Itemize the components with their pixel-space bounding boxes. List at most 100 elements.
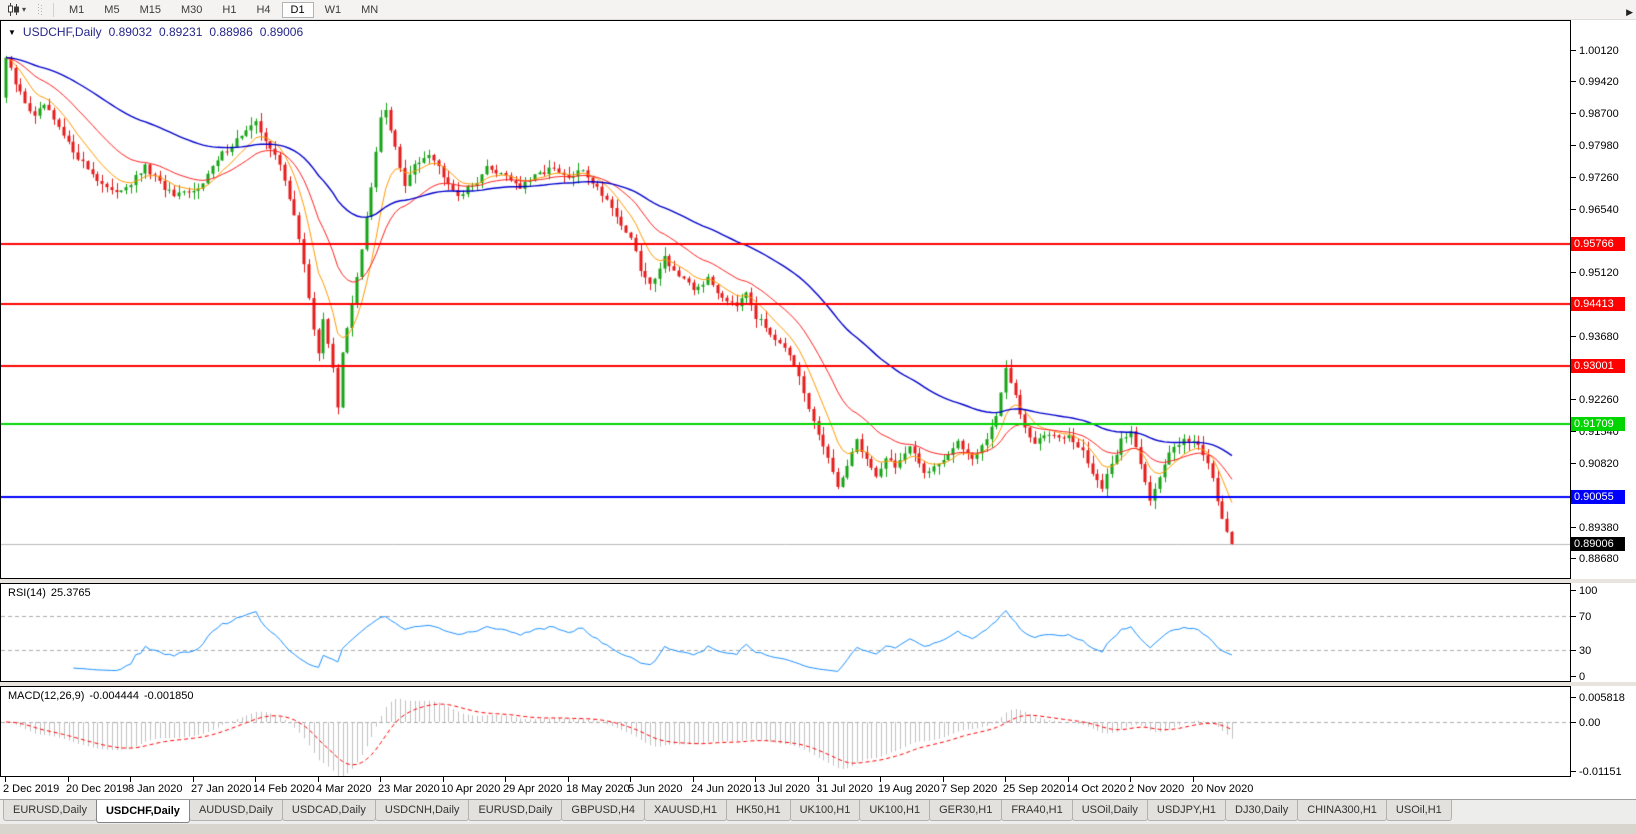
time-axis-label: 19 Aug 2020 <box>878 783 940 795</box>
top-toolbar: ▾ M1M5M15M30H1H4D1W1MN <box>0 0 1636 20</box>
price-axis-label: 0.98700 <box>1579 108 1619 120</box>
candlestick-style-icon <box>7 3 20 16</box>
time-axis-label: 13 Jul 2020 <box>753 783 810 795</box>
timeframe-button-group: M1M5M15M30H1H4D1W1MN <box>59 2 388 18</box>
rsi-axis[interactable]: 10070300 <box>1571 583 1636 682</box>
chart-tab-eurusd-daily[interactable]: EURUSD,Daily <box>3 800 97 821</box>
time-axis[interactable]: 2 Dec 201920 Dec 20198 Jan 202027 Jan 20… <box>0 777 1571 799</box>
chart-tab-usdchf-daily[interactable]: USDCHF,Daily <box>96 800 190 823</box>
chart-tab-eurusd-daily[interactable]: EURUSD,Daily <box>468 800 562 821</box>
rsi-label: RSI(14) 25.3765 <box>8 587 91 599</box>
macd-axis-label: -0.01151 <box>1579 766 1622 778</box>
rsi-axis-label: 70 <box>1579 611 1591 623</box>
timeframe-button-m30[interactable]: M30 <box>172 2 211 18</box>
time-axis-tick <box>443 777 444 782</box>
timeframe-button-d1[interactable]: D1 <box>282 2 314 18</box>
key-level-price-badge: 0.90055 <box>1571 490 1625 504</box>
time-axis-label: 14 Oct 2020 <box>1066 783 1126 795</box>
key-level-price-badge: 0.91709 <box>1571 417 1625 431</box>
time-axis-tick <box>5 777 6 782</box>
time-axis-tick <box>943 777 944 782</box>
chart-tab-uk100-h1[interactable]: UK100,H1 <box>790 800 861 821</box>
ohlc-close: 0.89006 <box>260 25 303 39</box>
chart-tab-usdcnh-daily[interactable]: USDCNH,Daily <box>375 800 470 821</box>
chart-tab-uk100-h1[interactable]: UK100,H1 <box>859 800 930 821</box>
time-axis-label: 14 Feb 2020 <box>253 783 315 795</box>
time-axis-tick <box>1005 777 1006 782</box>
time-axis-label: 29 Apr 2020 <box>503 783 562 795</box>
macd-name: MACD(12,26,9) <box>8 690 84 702</box>
chart-tab-xauusd-h1[interactable]: XAUUSD,H1 <box>644 800 727 821</box>
time-axis-tick <box>255 777 256 782</box>
price-axis-label: 0.88680 <box>1579 553 1619 565</box>
time-axis-label: 31 Jul 2020 <box>816 783 873 795</box>
rsi-canvas[interactable] <box>1 584 1570 681</box>
timeframe-button-w1[interactable]: W1 <box>316 2 351 18</box>
price-axis-label: 0.97260 <box>1579 172 1619 184</box>
tab-scroll-right-icon[interactable]: ▶ <box>1626 7 1633 17</box>
toolbar-drag-handle[interactable] <box>38 4 42 16</box>
toolbar-separator <box>53 3 54 17</box>
chart-tab-ger30-h1[interactable]: GER30,H1 <box>929 800 1002 821</box>
timeframe-button-mn[interactable]: MN <box>352 2 387 18</box>
collapse-chart-icon[interactable]: ▼ <box>8 28 16 37</box>
time-axis-tick <box>318 777 319 782</box>
chevron-down-icon: ▾ <box>22 6 26 14</box>
chart-tab-audusd-daily[interactable]: AUDUSD,Daily <box>189 800 283 821</box>
rsi-axis-label: 30 <box>1579 645 1591 657</box>
price-axis-label: 1.00120 <box>1579 45 1619 57</box>
chart-tab-usoil-daily[interactable]: USOil,Daily <box>1072 800 1148 821</box>
time-axis-label: 20 Nov 2020 <box>1191 783 1253 795</box>
time-axis-label: 10 Apr 2020 <box>441 783 500 795</box>
timeframe-button-m1[interactable]: M1 <box>60 2 93 18</box>
chart-tab-usoil-h1[interactable]: USOil,H1 <box>1386 800 1452 821</box>
ohlc-high: 0.89231 <box>159 25 202 39</box>
time-axis-label: 5 Jun 2020 <box>628 783 682 795</box>
price-axis-label: 0.90820 <box>1579 458 1619 470</box>
ohlc-open: 0.89032 <box>109 25 152 39</box>
time-axis-label: 23 Mar 2020 <box>378 783 440 795</box>
price-axis[interactable]: 1.001200.994200.987000.979800.972600.965… <box>1571 20 1636 579</box>
macd-canvas[interactable] <box>1 687 1570 776</box>
price-axis-label: 0.97980 <box>1579 140 1619 152</box>
time-axis-tick <box>693 777 694 782</box>
chart-tab-usdcad-daily[interactable]: USDCAD,Daily <box>282 800 376 821</box>
time-axis-label: 4 Mar 2020 <box>316 783 372 795</box>
time-axis-label: 24 Jun 2020 <box>691 783 752 795</box>
timeframe-button-m15[interactable]: M15 <box>131 2 170 18</box>
time-axis-label: 18 May 2020 <box>566 783 630 795</box>
chart-tab-fra40-h1[interactable]: FRA40,H1 <box>1001 800 1072 821</box>
chart-style-tool-button[interactable]: ▾ <box>3 1 30 19</box>
macd-axis-label: 0.005818 <box>1579 692 1625 704</box>
chart-tab-hk50-h1[interactable]: HK50,H1 <box>726 800 791 821</box>
chart-title: ▼ USDCHF,Daily 0.89032 0.89231 0.88986 0… <box>8 25 303 39</box>
timeframe-button-m5[interactable]: M5 <box>95 2 128 18</box>
chart-tab-china300-h1[interactable]: CHINA300,H1 <box>1297 800 1387 821</box>
chart-tab-gbpusd-h4[interactable]: GBPUSD,H4 <box>561 800 645 821</box>
time-axis-label: 27 Jan 2020 <box>191 783 252 795</box>
time-axis-tick <box>818 777 819 782</box>
time-axis-tick <box>130 777 131 782</box>
macd-label: MACD(12,26,9) -0.004444 -0.001850 <box>8 690 194 702</box>
macd-signal-value: -0.001850 <box>144 690 194 702</box>
chart-tab-dj30-daily[interactable]: DJ30,Daily <box>1225 800 1298 821</box>
time-axis-tick <box>68 777 69 782</box>
timeframe-button-h1[interactable]: H1 <box>213 2 245 18</box>
price-axis-label: 0.99420 <box>1579 76 1619 88</box>
key-level-price-badge: 0.93001 <box>1571 359 1625 373</box>
time-axis-tick <box>380 777 381 782</box>
time-axis-label: 2 Nov 2020 <box>1128 783 1184 795</box>
price-chart-panel: ▼ USDCHF,Daily 0.89032 0.89231 0.88986 0… <box>0 20 1571 579</box>
time-axis-tick <box>505 777 506 782</box>
time-axis-label: 25 Sep 2020 <box>1003 783 1065 795</box>
chart-tab-usdjpy-h1[interactable]: USDJPY,H1 <box>1147 800 1226 821</box>
key-level-price-badge: 0.95766 <box>1571 237 1625 251</box>
time-axis-label: 2 Dec 2019 <box>3 783 59 795</box>
chart-symbol-label: USDCHF,Daily <box>23 25 102 39</box>
timeframe-button-h4[interactable]: H4 <box>247 2 279 18</box>
macd-axis[interactable]: 0.0058180.00-0.01151 <box>1571 686 1636 777</box>
macd-main-value: -0.004444 <box>89 690 139 702</box>
price-axis-label: 0.95120 <box>1579 267 1619 279</box>
price-chart-canvas[interactable] <box>1 21 1570 578</box>
current-price-badge: 0.89006 <box>1571 537 1625 551</box>
